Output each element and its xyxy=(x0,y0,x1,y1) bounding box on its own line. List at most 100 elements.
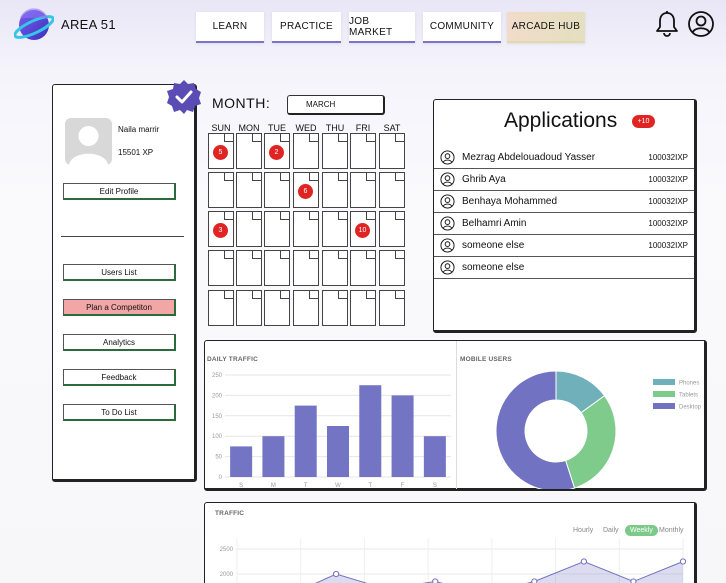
calendar-day-cell[interactable]: 3 xyxy=(208,211,234,247)
applicant-id: 100032IXP xyxy=(648,241,688,250)
calendar-day-cell[interactable] xyxy=(350,133,376,169)
tab-monthly[interactable]: Monthly xyxy=(659,527,684,534)
calendar-day-cell[interactable] xyxy=(208,172,234,208)
calendar-day-cell[interactable] xyxy=(236,172,262,208)
calendar-day-cell[interactable] xyxy=(379,211,405,247)
calendar-day-cell[interactable] xyxy=(379,133,405,169)
user-account-icon[interactable] xyxy=(687,10,715,38)
y-tick-label: 200 xyxy=(212,393,223,399)
legend-swatch xyxy=(653,403,675,409)
day-header: SAT xyxy=(383,123,401,133)
calendar-day-cell[interactable] xyxy=(322,133,348,169)
nav-practice[interactable]: PRACTICE xyxy=(272,12,341,43)
calendar-day-cell[interactable] xyxy=(264,250,290,286)
calendar-day-cell[interactable] xyxy=(379,290,405,326)
calendar-day-cell[interactable] xyxy=(264,172,290,208)
bar[interactable] xyxy=(327,426,349,477)
applicant-id: 100032IXP xyxy=(648,175,688,184)
application-row[interactable]: Benhaya Mohammed 100032IXP xyxy=(434,191,694,213)
applicant-name: someone else xyxy=(462,262,525,273)
analytics-button[interactable]: Analytics xyxy=(63,334,176,351)
daily-traffic-chart: 250 200 150 100 50 0 S M T W T F S xyxy=(212,373,451,489)
month-select[interactable]: MARCH xyxy=(287,95,385,115)
application-row[interactable]: someone else xyxy=(434,257,694,279)
bar[interactable] xyxy=(294,405,317,477)
calendar-day-cell[interactable] xyxy=(293,211,319,247)
calendar-day-cell[interactable] xyxy=(236,250,262,286)
mobile-users-chart: Phones Tablets Desktop xyxy=(495,370,702,489)
nav-community[interactable]: COMMUNITY xyxy=(423,12,501,43)
calendar-day-cell[interactable] xyxy=(322,172,348,208)
x-tick-label: F xyxy=(401,483,405,489)
x-tick-label: S xyxy=(433,483,437,489)
calendar-day-cell[interactable] xyxy=(350,290,376,326)
application-row[interactable]: someone else 100032IXP xyxy=(434,235,694,257)
calendar-day-cell[interactable] xyxy=(236,290,262,326)
event-count-badge: 2 xyxy=(269,145,284,160)
mobile-users-title: MOBILE USERS xyxy=(460,356,512,363)
brand-name: AREA 51 xyxy=(61,17,116,32)
calendar-day-cell[interactable] xyxy=(322,250,348,286)
calendar-day-cell[interactable]: 10 xyxy=(350,211,376,247)
calendar-day-cell[interactable] xyxy=(379,172,405,208)
data-point[interactable] xyxy=(630,578,637,583)
bell-icon[interactable] xyxy=(654,10,680,38)
data-point[interactable] xyxy=(333,570,340,578)
applicant-name: Mezrag Abdelouadoud Yasser xyxy=(462,152,596,163)
tab-hourly[interactable]: Hourly xyxy=(573,527,593,534)
calendar-day-cell[interactable] xyxy=(208,250,234,286)
bar[interactable] xyxy=(359,385,382,477)
user-circle-icon xyxy=(440,172,455,187)
calendar-day-cell[interactable] xyxy=(293,290,319,326)
calendar-day-cell[interactable] xyxy=(350,250,376,286)
edit-profile-button[interactable]: Edit Profile xyxy=(63,183,176,200)
event-count-badge: 10 xyxy=(355,223,370,238)
legend-label: Desktop xyxy=(679,405,702,411)
user-circle-icon xyxy=(440,216,455,231)
data-point[interactable] xyxy=(679,558,687,565)
calendar-day-cell[interactable] xyxy=(236,133,262,169)
planet-logo-icon[interactable] xyxy=(14,6,54,44)
y-tick-label: 0 xyxy=(219,475,223,481)
applicant-id: 100032IXP xyxy=(648,153,688,162)
calendar-day-cell[interactable] xyxy=(322,290,348,326)
calendar-day-cell[interactable]: 2 xyxy=(264,133,290,169)
calendar-day-cell[interactable] xyxy=(208,290,234,326)
daily-traffic-title: DAILY TRAFFIC xyxy=(207,356,258,363)
data-point[interactable] xyxy=(531,578,538,583)
users-list-button[interactable]: Users List xyxy=(63,264,176,281)
calendar-day-cell[interactable] xyxy=(264,211,290,247)
calendar-day-cell[interactable]: 6 xyxy=(293,172,319,208)
data-point[interactable] xyxy=(580,558,587,565)
nav-job-market[interactable]: JOB MARKET xyxy=(349,12,415,43)
calendar-day-cell[interactable] xyxy=(322,211,348,247)
calendar-day-cell[interactable] xyxy=(293,133,319,169)
application-row[interactable]: Mezrag Abdelouadoud Yasser 100032IXP xyxy=(434,147,694,169)
calendar-day-cell[interactable] xyxy=(379,250,405,286)
pie-slice[interactable] xyxy=(564,395,617,489)
feedback-button[interactable]: Feedback xyxy=(63,369,176,386)
legend-swatch xyxy=(653,391,675,397)
application-row[interactable]: Ghrib Aya 100032IXP xyxy=(434,169,694,191)
calendar-day-cell[interactable] xyxy=(236,211,262,247)
bar[interactable] xyxy=(230,446,253,477)
data-point[interactable] xyxy=(432,578,439,583)
calendar-day-cell[interactable] xyxy=(350,172,376,208)
plan-competition-button[interactable]: Plan a Competiton xyxy=(63,299,176,316)
tab-daily[interactable]: Daily xyxy=(603,527,619,534)
avatar[interactable] xyxy=(65,118,112,165)
application-row[interactable]: Belhamri Amin 100032IXP xyxy=(434,213,694,235)
user-name: Naila marrir xyxy=(118,125,160,134)
bar[interactable] xyxy=(262,436,285,477)
x-tick-label: T xyxy=(368,483,372,489)
nav-learn[interactable]: LEARN xyxy=(196,12,264,43)
calendar-day-cell[interactable] xyxy=(293,250,319,286)
y-tick-label: 250 xyxy=(212,373,223,379)
todo-list-button[interactable]: To Do List xyxy=(63,404,176,421)
bar[interactable] xyxy=(391,395,414,477)
calendar-day-cell[interactable] xyxy=(264,290,290,326)
calendar-day-cell[interactable]: 5 xyxy=(208,133,234,169)
nav-arcade-hub[interactable]: ARCADE HUB xyxy=(507,12,585,43)
bar[interactable] xyxy=(423,436,446,477)
tab-weekly[interactable]: Weekly xyxy=(625,525,658,536)
